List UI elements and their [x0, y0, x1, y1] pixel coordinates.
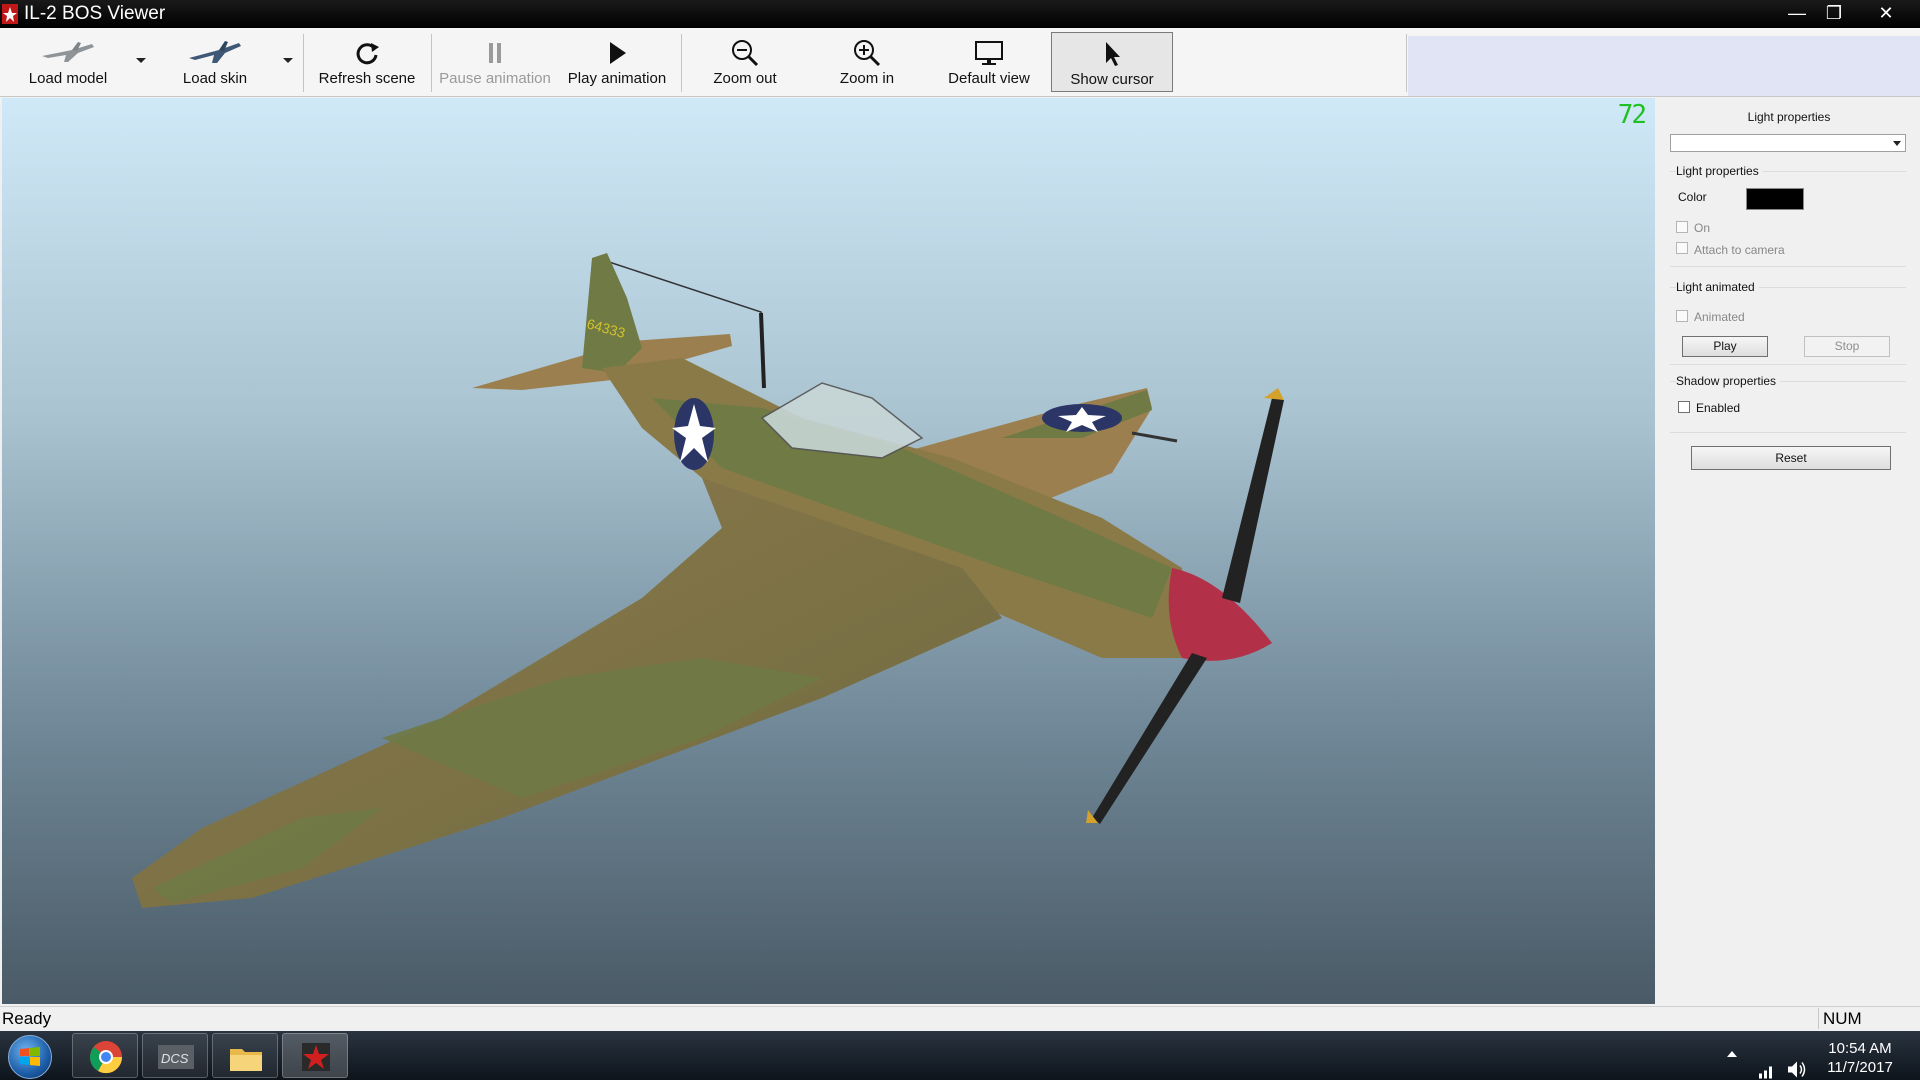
shadow-enabled-checkbox[interactable]	[1678, 401, 1690, 413]
group-title: Light properties	[1676, 164, 1763, 178]
refresh-scene-button[interactable]: Refresh scene	[312, 32, 422, 92]
play-icon	[562, 38, 672, 68]
group-title: Shadow properties	[1676, 374, 1781, 388]
clock-date: 11/7/2017	[1827, 1059, 1893, 1076]
propeller-spinner	[1168, 568, 1272, 661]
reset-button[interactable]: Reset	[1691, 446, 1891, 470]
load-skin-button[interactable]: Load skin	[155, 32, 275, 92]
il2-viewer-taskbar-button[interactable]	[282, 1033, 348, 1078]
play-animation-label: Play animation	[567, 70, 667, 87]
status-text: Ready	[2, 1009, 52, 1028]
zoom-in-icon	[822, 38, 912, 68]
zoom-out-icon	[700, 38, 790, 68]
file-explorer-taskbar-button[interactable]	[212, 1033, 278, 1078]
zoom-in-button[interactable]: Zoom in	[822, 32, 912, 92]
minimize-button[interactable]: —	[1780, 0, 1814, 26]
num-lock-indicator: NUM	[1818, 1008, 1919, 1029]
il2-star-icon	[302, 1043, 330, 1071]
pause-icon	[436, 38, 554, 68]
separator	[681, 34, 682, 92]
zoom-in-label: Zoom in	[839, 70, 895, 87]
start-button[interactable]	[8, 1035, 52, 1079]
toolbar: Load model Load skin Refresh scene Pause…	[0, 28, 1920, 97]
title-bar: IL-2 BOS Viewer — ❐ ✕	[0, 0, 1920, 28]
wing-gun	[1131, 431, 1178, 443]
load-model-label: Load model	[28, 70, 108, 87]
volume-icon[interactable]	[1786, 1045, 1808, 1080]
load-skin-dropdown[interactable]	[283, 58, 293, 63]
dcs-icon: DCS	[158, 1045, 194, 1069]
light-properties-panel: Light properties Light properties Color …	[1658, 98, 1920, 1004]
light-stop-button[interactable]: Stop	[1804, 336, 1890, 357]
light-animated-group: Light animated Animated Play Stop	[1670, 280, 1906, 365]
separator	[1406, 34, 1407, 92]
dcs-taskbar-button[interactable]: DCS	[142, 1033, 208, 1078]
num-lock-text: NUM	[1823, 1009, 1862, 1028]
propeller-blade-bottom	[1092, 653, 1207, 824]
aircraft-model: 64333	[132, 253, 1284, 908]
taskbar: DCS 10:54 AM 11/7/2017	[0, 1031, 1920, 1080]
wing-roundel	[1042, 404, 1122, 432]
vertical-tail	[582, 253, 642, 373]
shadow-enabled-label: Enabled	[1696, 401, 1741, 415]
refresh-icon	[312, 38, 422, 68]
status-bar: Ready NUM	[0, 1006, 1920, 1031]
show-cursor-label: Show cursor	[1070, 71, 1154, 88]
network-icon[interactable]	[1758, 1046, 1776, 1080]
zoom-out-button[interactable]: Zoom out	[700, 32, 790, 92]
separator	[431, 34, 432, 92]
maximize-button[interactable]: ❐	[1817, 0, 1851, 26]
default-view-label: Default view	[948, 70, 1030, 87]
color-label: Color	[1678, 190, 1707, 204]
light-select[interactable]	[1670, 134, 1906, 152]
close-button[interactable]: ✕	[1855, 0, 1917, 26]
antenna-mast	[759, 312, 766, 389]
zoom-out-label: Zoom out	[713, 70, 777, 87]
play-animation-button[interactable]: Play animation	[562, 32, 672, 92]
default-view-button[interactable]: Default view	[939, 32, 1039, 92]
chrome-taskbar-button[interactable]	[72, 1033, 138, 1078]
show-hidden-icons-arrow[interactable]	[1727, 1051, 1737, 1057]
propeller-blade-top	[1222, 398, 1284, 603]
window-title: IL-2 BOS Viewer	[24, 3, 166, 24]
monitor-icon	[939, 38, 1039, 68]
animated-label: Animated	[1694, 310, 1745, 324]
plane-icon	[10, 38, 126, 68]
attach-camera-label: Attach to camera	[1694, 243, 1785, 257]
light-play-button[interactable]: Play	[1682, 336, 1768, 357]
load-model-button[interactable]: Load model	[10, 32, 126, 92]
shadow-properties-group: Shadow properties Enabled	[1670, 374, 1906, 433]
pause-animation-label: Pause animation	[439, 70, 551, 87]
refresh-scene-label: Refresh scene	[318, 70, 416, 87]
animated-checkbox[interactable]	[1676, 310, 1688, 322]
panel-title: Light properties	[1747, 110, 1831, 124]
pause-animation-button[interactable]: Pause animation	[436, 32, 554, 92]
attach-camera-checkbox[interactable]	[1676, 242, 1688, 254]
load-model-dropdown[interactable]	[136, 58, 146, 63]
app-window: IL-2 BOS Viewer — ❐ ✕ Load model Load sk…	[0, 0, 1920, 1080]
show-cursor-button[interactable]: Show cursor	[1051, 32, 1173, 92]
3d-viewport[interactable]: 72 64333	[2, 98, 1655, 1004]
on-checkbox[interactable]	[1676, 221, 1688, 233]
svg-text:DCS: DCS	[161, 1051, 189, 1066]
chrome-icon	[89, 1041, 123, 1074]
load-skin-label: Load skin	[182, 70, 248, 87]
clock-time: 10:54 AM	[1828, 1040, 1892, 1057]
separator	[303, 34, 304, 92]
folder-icon	[230, 1049, 262, 1071]
windows-icon	[20, 1047, 40, 1066]
chevron-down-icon	[1893, 141, 1901, 146]
cursor-icon	[1052, 39, 1172, 69]
light-properties-group: Light properties Color On Attach to came…	[1670, 164, 1906, 267]
toolbar-empty-area	[1408, 36, 1920, 96]
app-icon	[2, 4, 18, 24]
on-label: On	[1694, 221, 1711, 235]
group-title: Light animated	[1676, 280, 1759, 294]
taskbar-clock[interactable]: 10:54 AM 11/7/2017	[1810, 1039, 1910, 1077]
color-swatch[interactable]	[1746, 188, 1804, 210]
skin-icon	[155, 38, 275, 68]
